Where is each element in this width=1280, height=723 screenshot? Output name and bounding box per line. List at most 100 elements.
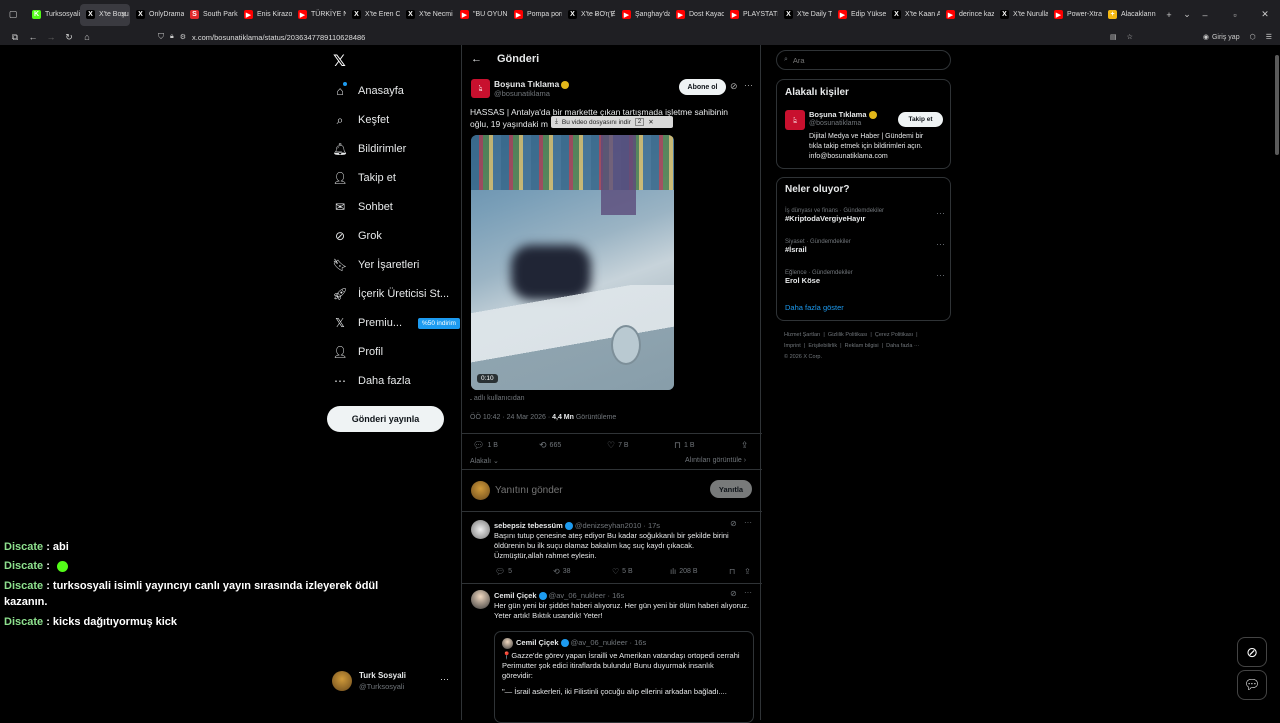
x-logo[interactable]: 𝕏: [333, 51, 346, 71]
back-icon[interactable]: ←: [24, 32, 42, 42]
download-popup[interactable]: ⤓ Bu video dosyasını indir 2 ✕: [551, 116, 673, 128]
browser-tab[interactable]: ▶ Dost Kayaoğ: [670, 4, 724, 26]
more-icon[interactable]: ···: [744, 80, 753, 90]
browser-tab[interactable]: + Alacaklarını: [1102, 4, 1156, 26]
reply-1-repost-action[interactable]: ⟲ 38: [553, 567, 571, 576]
reply-action[interactable]: 💬︎ 1 B: [473, 440, 498, 451]
browser-tab[interactable]: K Turksosyali: [26, 4, 80, 26]
messages-float-button[interactable]: 💬︎: [1237, 670, 1267, 700]
browser-tab[interactable]: X X'te Nurulla: [994, 4, 1048, 26]
reply-1-name[interactable]: sebepsiz tebessüm: [494, 521, 563, 530]
share-action[interactable]: ⇪: [741, 440, 749, 451]
reply-button[interactable]: Yanıtla: [710, 480, 752, 498]
maximize-icon[interactable]: ▫: [1220, 10, 1250, 20]
more-icon[interactable]: ···: [744, 518, 752, 527]
browser-tab[interactable]: X X'te Necmi: [400, 4, 454, 26]
bookmark-star-icon[interactable]: ☆: [1127, 33, 1133, 41]
nav-item-yer-i-şaretleri[interactable]: 🔖︎ Yer İşaretleri: [332, 254, 419, 276]
post-timestamp[interactable]: ÖÖ 10:42 · 24 Mar 2026 ·: [470, 414, 552, 421]
nav-item-grok[interactable]: ⊘ Grok: [332, 225, 382, 247]
browser-tab[interactable]: ▶ Edip Yüksel: [832, 4, 886, 26]
browser-tab[interactable]: X X'te Daily Tu: [778, 4, 832, 26]
footer-link[interactable]: Erişilebilirlik: [808, 343, 837, 349]
reply-1-reply-action[interactable]: 💬︎ 5: [495, 567, 512, 576]
browser-tab[interactable]: ▶ Power-Xtra: [1048, 4, 1102, 26]
quoted-post[interactable]: Cemil Çiçek @av_06_nukleer · 16s 📍Gazze'…: [494, 631, 754, 723]
reply-2-avatar[interactable]: [471, 590, 490, 609]
reply-1-avatar[interactable]: [471, 520, 490, 539]
sidebar-toggle-icon[interactable]: ⧉: [6, 32, 24, 43]
nav-item-premiu[interactable]: 𝕏 Premiu... %50 indirim: [332, 312, 460, 334]
show-more-link[interactable]: Daha fazla göster: [785, 303, 844, 312]
scrollbar[interactable]: [1275, 55, 1279, 155]
reply-1-handle[interactable]: @denizseyhan2010 · 17s: [575, 521, 660, 530]
browser-tab[interactable]: X OnlyDrama: [130, 4, 184, 26]
close-icon[interactable]: ✕: [648, 118, 653, 126]
browser-tab[interactable]: ▶ TÜRKİYE NA: [292, 4, 346, 26]
nav-item-bildirimler[interactable]: 🔔︎ Bildirimler: [332, 138, 406, 160]
browser-tab[interactable]: ▶ Enis Kirazoğ: [238, 4, 292, 26]
browser-tab[interactable]: X X'te Eren Ca: [346, 4, 400, 26]
like-action[interactable]: ♡ 7 B: [607, 440, 629, 451]
browser-tab[interactable]: ▶ "BU OYUN: [454, 4, 508, 26]
shield-icon[interactable]: ⛉: [158, 32, 164, 42]
grok-icon[interactable]: ⊘: [730, 589, 737, 598]
menu-icon[interactable]: ☰: [1266, 33, 1272, 41]
browser-tab[interactable]: ▶ Şanghay'da: [616, 4, 670, 26]
related-toggle[interactable]: Alakalı ⌄: [470, 457, 499, 465]
grok-icon[interactable]: ⊘: [730, 519, 737, 528]
more-icon[interactable]: ···: [936, 270, 945, 280]
close-window-icon[interactable]: ✕: [1250, 9, 1280, 20]
more-icon[interactable]: ···: [936, 208, 945, 218]
trend-item[interactable]: Siyaset · Gündemdekiler #İsrail ···: [785, 239, 945, 259]
reply-2[interactable]: Cemil Çiçek @av_06_nukleer · 16s ⊘ ··· H…: [462, 585, 762, 723]
trend-item[interactable]: İş dünyası ve finans · Gündemdekiler #Kr…: [785, 208, 945, 228]
nav-item-takip-et[interactable]: 👤︎ Takip et: [332, 167, 396, 189]
nav-item-sohbet[interactable]: ✉ Sohbet: [332, 196, 393, 218]
browser-tab[interactable]: S South Park: [184, 4, 238, 26]
repost-action[interactable]: ⟲ 665: [539, 440, 561, 451]
reload-icon[interactable]: ↻: [60, 32, 78, 43]
url-text[interactable]: x.com/bosunatiklama/status/2036347789110…: [192, 33, 365, 42]
minimize-icon[interactable]: –: [1190, 10, 1220, 20]
post-button[interactable]: Gönderi yayınla: [327, 406, 444, 432]
browser-tab[interactable]: X X'te Boşu ✕: [80, 3, 130, 26]
grok-float-button[interactable]: ⊘: [1237, 637, 1267, 667]
browser-tab[interactable]: ▶ Pompa porn: [508, 4, 562, 26]
author-name[interactable]: Boşuna Tıklama: [494, 79, 559, 89]
browser-tab[interactable]: ▶ derince kaza: [940, 4, 994, 26]
reply-1-views-action[interactable]: ılı 208 B: [670, 567, 698, 576]
search-box[interactable]: ⌕: [776, 50, 951, 70]
account-login-button[interactable]: ◉ Giriş yap: [1203, 33, 1240, 42]
related-avatar[interactable]: 👆︎: [785, 110, 805, 130]
footer-link[interactable]: Hizmet Şartları: [784, 332, 820, 338]
author-handle[interactable]: @bosunatiklama: [494, 89, 550, 98]
grok-icon[interactable]: ⊘: [730, 81, 738, 92]
browser-tab[interactable]: X X'te ɃƠɳ'Ɇ: [562, 4, 616, 26]
subscribe-button[interactable]: Abone ol: [679, 79, 726, 95]
reply-1-bookmark-action[interactable]: ⊓: [729, 567, 735, 576]
footer-link[interactable]: Gizlilik Politikası: [828, 332, 867, 338]
new-tab-button[interactable]: +: [1160, 10, 1178, 20]
trend-item[interactable]: Eğlence · Gündemdekiler Erol Köse ···: [785, 270, 945, 290]
nav-item-i-çerik-üreticisi-st[interactable]: 🚀︎ İçerik Üreticisi St...: [332, 283, 449, 305]
browser-tab[interactable]: ▶ PLAYSTATIC: [724, 4, 778, 26]
reply-1-like-action[interactable]: ♡ 5 B: [612, 567, 633, 576]
footer-link[interactable]: Imprint: [784, 343, 801, 349]
nav-item-anasayfa[interactable]: ⌂ Anasayfa: [332, 80, 404, 102]
address-bar[interactable]: ⛉ 🔒︎ ⚙ x.com/bosunatiklama/status/203634…: [158, 32, 365, 42]
reply-input[interactable]: [495, 483, 665, 497]
post-video[interactable]: 0:10: [471, 135, 674, 390]
home-browser-icon[interactable]: ⌂: [78, 32, 96, 42]
nav-item-keşfet[interactable]: ⌕ Keşfet: [332, 109, 390, 131]
account-more-icon[interactable]: ···: [440, 674, 449, 684]
reply-2-handle[interactable]: @av_06_nukleer · 16s: [549, 591, 625, 600]
close-tab-icon[interactable]: ✕: [120, 10, 127, 19]
more-icon[interactable]: ···: [936, 239, 945, 249]
page-info-icon[interactable]: ⚙: [180, 33, 186, 41]
reply-1-share-action[interactable]: ⇪: [744, 567, 751, 576]
footer-link[interactable]: Çerez Politikası: [875, 332, 913, 338]
author-avatar[interactable]: 👆︎: [471, 79, 490, 98]
forward-icon[interactable]: →: [42, 32, 60, 42]
search-input[interactable]: [792, 55, 933, 65]
